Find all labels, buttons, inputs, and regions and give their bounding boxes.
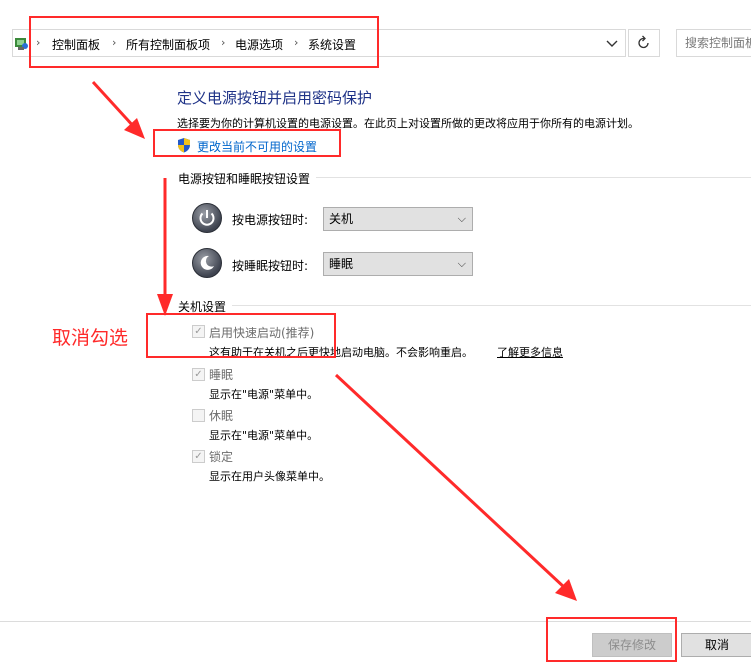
arrow-to-checkbox-head (157, 294, 173, 316)
arrow-to-save (334, 373, 567, 590)
annotation-arrows (91, 80, 577, 601)
arrow-to-link (91, 80, 137, 130)
cancel-button[interactable]: 取消 (681, 633, 751, 657)
highlight-box-save (546, 617, 677, 662)
